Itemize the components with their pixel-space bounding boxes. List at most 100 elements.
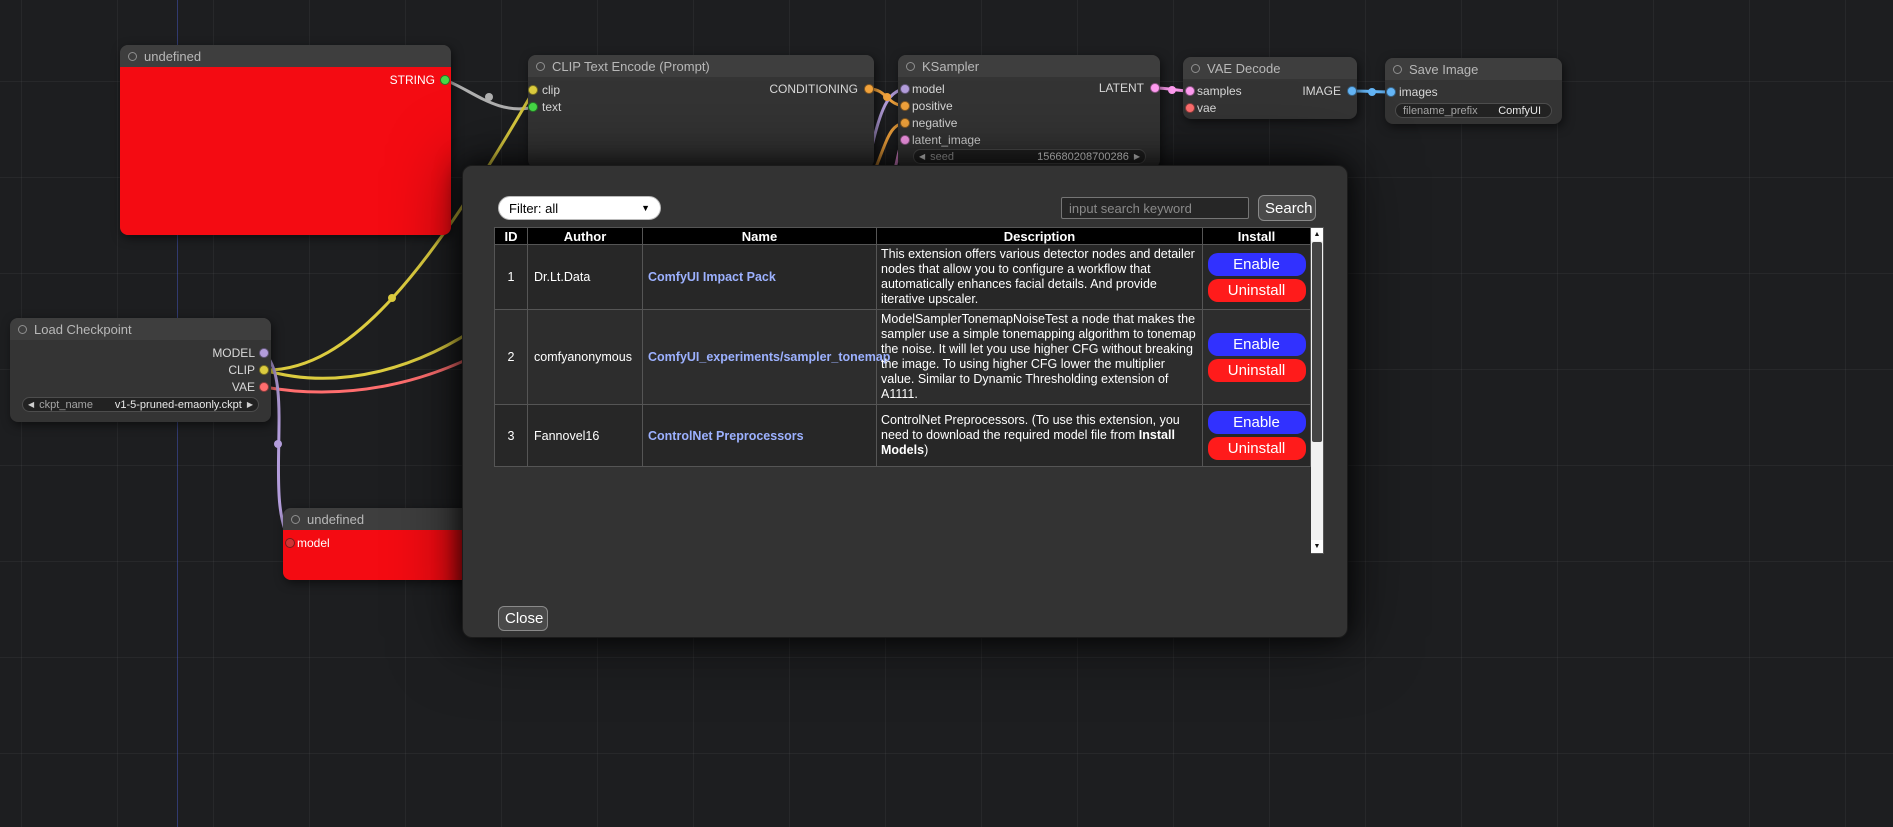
collapse-dot[interactable] [906,62,915,71]
extension-id: 3 [495,405,528,467]
link-midpoint-dot [883,93,891,101]
filename-prefix-label: filename_prefix [1403,105,1478,117]
seed-widget-label: seed [930,151,954,163]
output-dot-string[interactable] [440,75,450,85]
collapse-dot[interactable] [291,515,300,524]
ckpt-name-label: ckpt_name [39,399,93,411]
input-dot-model[interactable] [900,84,910,94]
input-dot-vae[interactable] [1185,103,1195,113]
filename-prefix-value: ComfyUI [1498,105,1541,117]
filter-select[interactable]: Filter: all ▼ [498,196,661,220]
input-slot-label: negative [912,116,957,130]
seed-widget[interactable]: ◀ seed 156680208700286 ▶ [913,149,1146,164]
input-dot-text[interactable] [528,102,538,112]
node-title: VAE Decode [1207,61,1280,76]
table-row: 2comfyanonymousComfyUI_experiments/sampl… [495,310,1311,405]
input-dot-samples[interactable] [1185,86,1195,96]
input-dot-images[interactable] [1386,87,1396,97]
extension-install-cell: Enable Uninstall [1203,245,1311,310]
node-header[interactable]: undefined [120,45,451,67]
output-slot-label: VAE [232,380,255,394]
wire-vae [264,345,495,392]
extension-link[interactable]: ControlNet Preprocessors [648,429,804,443]
extensions-table: ID Author Name Description Install 1Dr.L… [494,227,1311,467]
node-title: Load Checkpoint [34,322,132,337]
link-midpoint-dot [1368,88,1376,96]
description-text: ModelSamplerTonemapNoiseTest a node that… [881,312,1196,401]
filename-prefix-widget[interactable]: filename_prefix ComfyUI [1395,103,1552,118]
error-node-body [120,67,451,235]
decrement-arrow-icon[interactable]: ◀ [919,153,925,161]
output-slot-label: LATENT [1099,81,1144,95]
output-dot-conditioning[interactable] [864,84,874,94]
ckpt-name-widget[interactable]: ◀ ckpt_name v1-5-pruned-emaonly.ckpt ▶ [22,397,259,412]
header-description: Description [877,228,1203,245]
input-slot-label: images [1399,85,1438,99]
collapse-dot[interactable] [1191,64,1200,73]
table-scrollbar[interactable]: ▲ ▼ [1311,227,1324,554]
enable-button[interactable]: Enable [1208,333,1306,356]
uninstall-button[interactable]: Uninstall [1208,279,1306,302]
node-vae-decode[interactable]: VAE Decode samples vae IMAGE [1183,57,1357,119]
enable-button[interactable]: Enable [1208,411,1306,434]
prev-arrow-icon[interactable]: ◀ [28,401,34,409]
search-button[interactable]: Search [1258,195,1316,221]
input-slot-label: model [297,536,330,550]
extension-install-cell: Enable Uninstall [1203,310,1311,405]
scroll-down-icon[interactable]: ▼ [1311,540,1323,553]
extensions-table-body: 1Dr.Lt.DataComfyUI Impact PackThis exten… [495,245,1311,467]
link-midpoint-dot [485,93,493,101]
output-slot-label: MODEL [212,346,255,360]
collapse-dot[interactable] [1393,65,1402,74]
input-dot-positive[interactable] [900,101,910,111]
node-header[interactable]: Save Image [1385,58,1562,80]
table-row: 1Dr.Lt.DataComfyUI Impact PackThis exten… [495,245,1311,310]
input-dot-negative[interactable] [900,118,910,128]
output-dot-latent[interactable] [1150,83,1160,93]
input-slot-label: vae [1197,101,1216,115]
graph-canvas[interactable]: undefined STRING CLIP Text Encode (Promp… [0,0,1893,827]
node-load-checkpoint[interactable]: Load Checkpoint MODEL CLIP VAE ◀ ckpt_na… [10,318,271,422]
description-text: This extension offers various detector n… [881,247,1195,306]
node-header[interactable]: KSampler [898,55,1160,77]
node-title: CLIP Text Encode (Prompt) [552,59,710,74]
input-dot-clip[interactable] [528,85,538,95]
collapse-dot[interactable] [536,62,545,71]
collapse-dot[interactable] [128,52,137,61]
node-header[interactable]: CLIP Text Encode (Prompt) [528,55,874,77]
increment-arrow-icon[interactable]: ▶ [1134,153,1140,161]
collapse-dot[interactable] [18,325,27,334]
node-header[interactable]: Load Checkpoint [10,318,271,340]
node-title: KSampler [922,59,979,74]
node-undefined-top[interactable]: undefined STRING [120,45,451,235]
uninstall-button[interactable]: Uninstall [1208,359,1306,382]
node-clip-text-encode[interactable]: CLIP Text Encode (Prompt) clip text COND… [528,55,874,168]
header-id: ID [495,228,528,245]
extension-link[interactable]: ComfyUI_experiments/sampler_tonemap [648,350,890,364]
output-dot-image[interactable] [1347,86,1357,96]
input-dot-model[interactable] [285,538,295,548]
extension-link[interactable]: ComfyUI Impact Pack [648,270,776,284]
filter-select-value: Filter: all [509,201,558,216]
output-dot-model[interactable] [259,348,269,358]
output-dot-vae[interactable] [259,382,269,392]
extension-author: Fannovel16 [528,405,643,467]
search-input[interactable] [1061,197,1249,219]
next-arrow-icon[interactable]: ▶ [247,401,253,409]
scroll-up-icon[interactable]: ▲ [1311,228,1323,241]
enable-button[interactable]: Enable [1208,253,1306,276]
description-text: ) [924,443,928,457]
output-dot-clip[interactable] [259,365,269,375]
close-button[interactable]: Close [498,606,548,631]
table-header-row: ID Author Name Description Install [495,228,1311,245]
extension-author: comfyanonymous [528,310,643,405]
node-save-image[interactable]: Save Image images filename_prefix ComfyU… [1385,58,1562,124]
scrollbar-thumb[interactable] [1312,242,1322,442]
node-ksampler[interactable]: KSampler model positive negative latent_… [898,55,1160,168]
uninstall-button[interactable]: Uninstall [1208,437,1306,460]
input-slot-label: positive [912,99,953,113]
input-dot-latent-image[interactable] [900,135,910,145]
node-title: undefined [144,49,201,64]
input-slot-label: clip [542,83,560,97]
node-header[interactable]: VAE Decode [1183,57,1357,79]
